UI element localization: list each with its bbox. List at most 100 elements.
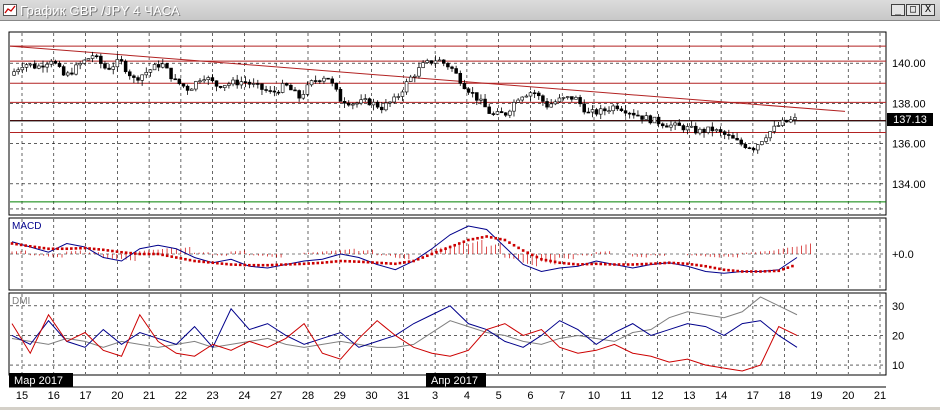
price-panel[interactable] (8, 31, 887, 216)
candle-body (161, 63, 165, 68)
macd-signal-dot (101, 248, 105, 252)
candle-body (318, 80, 322, 82)
candle-body (446, 63, 450, 68)
macd-signal-dot (179, 257, 183, 260)
candle-body (421, 62, 425, 68)
candle-body (264, 89, 268, 91)
candle-body (330, 78, 334, 84)
close-button[interactable]: X (921, 4, 935, 16)
candle-body (541, 95, 545, 102)
candle-body (524, 95, 529, 98)
candle-body (136, 77, 140, 81)
chart-area[interactable]: 15 16 17 20 21 22 23 24 27 28 29 30 31 3 4 5 6 7 10 11 12 13 1… (0, 21, 940, 407)
candle-body (483, 98, 487, 108)
macd-signal-dot (275, 263, 279, 267)
candle-body (268, 90, 272, 92)
macd-signal-dot (517, 246, 520, 250)
macd-signal-dot (252, 263, 256, 267)
window-titlebar[interactable]: График GBP /JPY 4 ЧАСА _ □ X (0, 0, 940, 21)
macd-signal-dot (626, 263, 630, 266)
candle-body (251, 83, 256, 85)
candle-body (239, 81, 244, 86)
candle-body (227, 83, 231, 86)
x-tick-label: 5 (496, 390, 502, 402)
macd-signal-dot (193, 259, 196, 263)
macd-signal-dot (704, 264, 708, 268)
candle-body (710, 126, 715, 132)
candle-body (702, 128, 706, 133)
candle-body (772, 125, 777, 132)
candle-body (508, 110, 512, 116)
candle-body (466, 88, 471, 93)
macd-signal-dot (152, 252, 155, 256)
macd-signal-dot (138, 252, 142, 256)
candle-body (111, 66, 115, 70)
macd-signal-dot (791, 264, 794, 268)
macd-signal-dot (289, 263, 292, 266)
macd-signal-dot (225, 262, 228, 266)
dmi-tick-label: 20 (892, 330, 904, 342)
macd-signal-dot (471, 237, 475, 241)
macd-signal-dot (33, 245, 37, 249)
candle-body (272, 90, 277, 93)
candle-body (99, 55, 103, 64)
candle-body (611, 105, 615, 112)
candle-body (532, 92, 537, 95)
candle-body (718, 129, 723, 133)
macd-signal-dot (407, 260, 411, 263)
candle-body (305, 84, 310, 95)
macd-signal-dot (60, 247, 64, 251)
macd-signal-dot (375, 261, 379, 265)
macd-signal-dot (70, 247, 73, 250)
macd-signal-dot (544, 258, 548, 262)
minimize-button[interactable]: _ (891, 4, 905, 16)
candle-body (380, 106, 384, 111)
candle-body (103, 63, 107, 69)
macd-signal-dot (83, 246, 87, 250)
period-label-apr: Апр 2017 (431, 375, 478, 387)
macd-signal-dot (622, 263, 625, 266)
candle-body (660, 123, 665, 127)
maximize-button[interactable]: □ (906, 4, 920, 16)
candle-body (206, 77, 210, 80)
candle-body (45, 63, 49, 68)
macd-signal-dot (42, 246, 46, 250)
x-tick-label: 24 (238, 390, 250, 402)
candle-body (247, 81, 252, 85)
candle-body (94, 55, 99, 58)
macd-signal-dot (79, 246, 82, 250)
candle-body (16, 69, 20, 72)
macd-signal-dot (302, 262, 306, 266)
candle-body (351, 103, 355, 106)
macd-signal-dot (339, 259, 342, 263)
macd-signal-dot (412, 259, 415, 263)
candle-body (648, 115, 653, 124)
candle-body (425, 60, 429, 63)
candle-body (260, 83, 264, 90)
candle-body (503, 112, 508, 116)
dmi-panel[interactable] (8, 292, 887, 376)
macd-signal-dot (530, 253, 534, 257)
candle-body (784, 119, 789, 123)
macd-signal-dot (740, 270, 744, 273)
candle-body (623, 110, 628, 114)
x-tick-label: 23 (207, 390, 219, 402)
candle-body (454, 68, 458, 74)
macd-signal-dot (599, 262, 603, 266)
macd-signal-dot (293, 262, 297, 266)
macd-signal-dot (649, 262, 653, 266)
candle-body (586, 111, 591, 114)
candle-body (706, 126, 710, 133)
candle-body (599, 108, 603, 115)
macd-signal-dot (585, 262, 589, 266)
candle-body (413, 75, 417, 78)
current-price-label: 137.13 (893, 114, 927, 126)
candle-body (289, 84, 293, 91)
macd-signal-dot (467, 238, 470, 242)
chart-canvas[interactable]: 15 16 17 20 21 22 23 24 27 28 29 30 31 3 4 5 6 7 10 11 12 13 1… (0, 21, 940, 407)
macd-signal-dot (202, 260, 205, 264)
candle-body (780, 119, 785, 126)
macd-signal-dot (476, 236, 479, 240)
macd-signal-dot (120, 250, 123, 254)
candle-body (256, 83, 260, 85)
